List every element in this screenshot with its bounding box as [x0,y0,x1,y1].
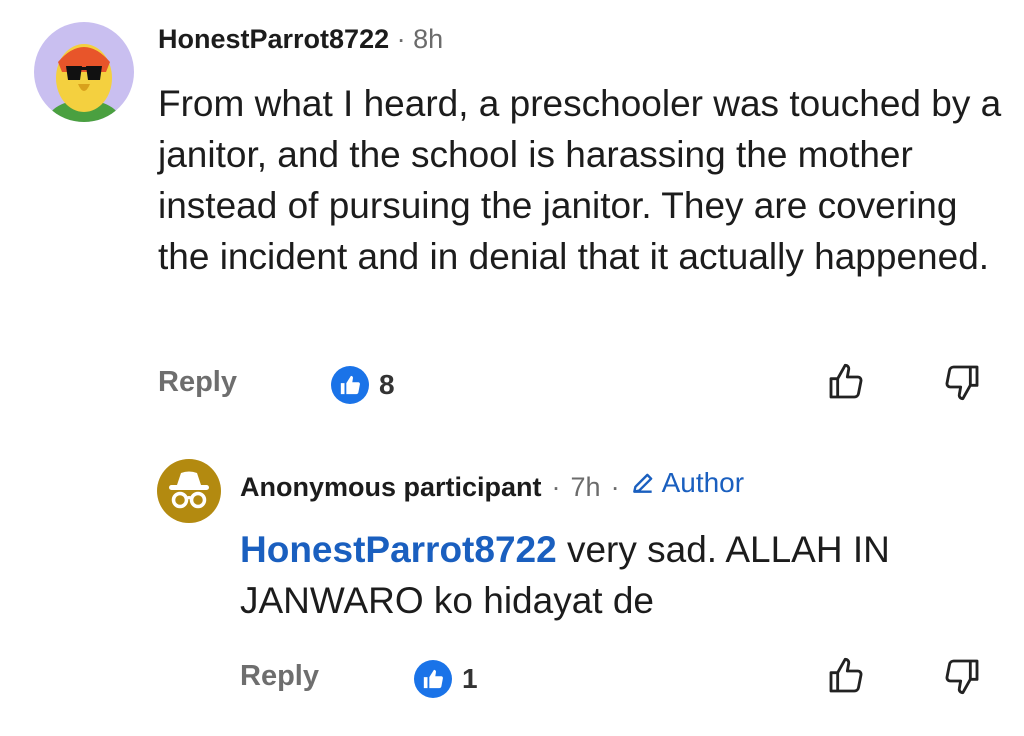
like-count: 8 [331,366,395,404]
reply-header: Anonymous participant · 7h · Author [240,467,744,503]
upvote-button[interactable] [826,656,866,701]
like-count: 1 [414,660,478,698]
downvote-button[interactable] [942,362,982,407]
thumbs-up-filled-icon [340,375,360,395]
incognito-icon [169,471,209,509]
separator: · [396,24,406,54]
author-label: Author [661,467,745,498]
reply-button[interactable]: Reply [240,660,319,693]
like-count-value: 8 [379,369,395,400]
author-badge: Author [630,467,745,499]
username[interactable]: Anonymous participant [240,472,542,503]
comment-header: HonestParrot8722 · 8h [158,24,443,55]
thumbs-up-filled-icon [423,669,443,689]
thumbs-down-outline-icon [945,659,979,695]
timestamp: 8h [413,24,444,54]
like-badge-icon [414,660,452,698]
like-count-value: 1 [462,663,478,694]
upvote-button[interactable] [826,362,866,407]
like-badge-icon [331,366,369,404]
separator: · [610,472,620,502]
avatar[interactable] [34,22,134,122]
thumbs-up-outline-icon [829,657,863,693]
user-mention[interactable]: HonestParrot8722 [240,529,557,570]
reply-actions: Reply [240,660,319,693]
thumbs-down-outline-icon [945,365,979,401]
avatar[interactable] [157,459,221,523]
separator: · [551,472,561,502]
reply-body: HonestParrot8722 very sad. ALLAH IN JANW… [240,524,1000,626]
thumbs-up-outline-icon [829,363,863,399]
reply-button[interactable]: Reply [158,366,237,399]
comment-body: From what I heard, a preschooler was tou… [158,83,1002,277]
timestamp: 7h [570,472,601,502]
parrot-sunglasses-icon [48,44,120,122]
downvote-button[interactable] [942,656,982,701]
pencil-icon [632,473,652,493]
username[interactable]: HonestParrot8722 [158,24,389,54]
comment-actions: Reply [158,366,237,399]
